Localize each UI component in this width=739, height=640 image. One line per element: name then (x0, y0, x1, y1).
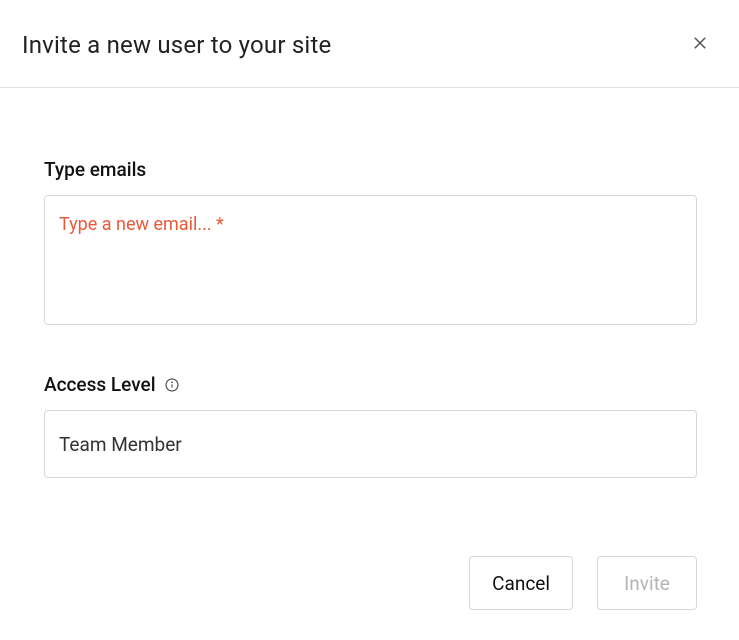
access-level-label-text: Access Level (44, 373, 156, 396)
access-level-group: Access Level Team Member (44, 373, 697, 478)
emails-group: Type emails (44, 158, 697, 329)
emails-input[interactable] (44, 195, 697, 325)
info-icon[interactable] (164, 377, 180, 393)
close-icon (691, 34, 709, 55)
invite-button[interactable]: Invite (597, 556, 697, 610)
dialog-footer: Cancel Invite (0, 556, 739, 610)
dialog-body: Type emails Access Level Team Member (0, 88, 739, 478)
dialog-title: Invite a new user to your site (22, 31, 331, 59)
access-level-value: Team Member (59, 433, 182, 456)
close-button[interactable] (687, 30, 713, 59)
cancel-button[interactable]: Cancel (469, 556, 573, 610)
access-level-label: Access Level (44, 373, 697, 396)
access-level-select[interactable]: Team Member (44, 410, 697, 478)
emails-label: Type emails (44, 158, 697, 181)
dialog-header: Invite a new user to your site (0, 0, 739, 88)
